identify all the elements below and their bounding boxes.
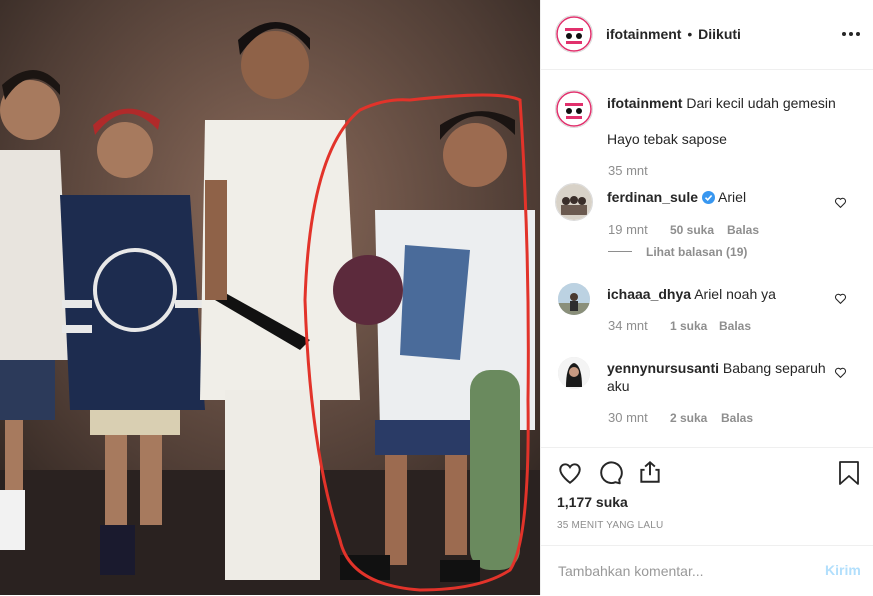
comment-bubble-icon[interactable]	[597, 460, 623, 486]
author-username[interactable]: ifotainment	[606, 26, 681, 42]
avatar-photo	[558, 357, 590, 389]
comment-text: Ariel	[718, 189, 747, 205]
comment-username[interactable]: ichaaa_dhya	[607, 286, 691, 302]
comment-likes[interactable]: 1 suka	[670, 319, 707, 333]
header-user-line: ifotainment • Diikuti	[606, 26, 741, 42]
caption-time[interactable]: 35 mnt	[608, 163, 648, 178]
comment-text: Ariel noah ya	[694, 286, 776, 302]
comment-text-line1: Babang separuh	[722, 360, 826, 376]
comment-time[interactable]: 19 mnt	[608, 222, 648, 237]
avatar-photo	[558, 283, 590, 315]
comment-like-heart-icon[interactable]	[834, 292, 847, 305]
comment-likes[interactable]: 50 suka	[670, 223, 714, 237]
photo-illustration	[0, 0, 540, 595]
comment-likes[interactable]: 2 suka	[670, 411, 707, 425]
comment-username[interactable]: yennynursusanti	[607, 360, 719, 376]
like-heart-icon[interactable]	[557, 460, 583, 486]
avatar-logo	[556, 16, 592, 52]
likes-count[interactable]: 1,177 suka	[557, 494, 628, 510]
comment-input-row: Kirim	[541, 545, 873, 596]
comment-avatar-ferdinan[interactable]	[555, 183, 593, 221]
post-header: ifotainment • Diikuti	[541, 0, 873, 70]
comment-like-heart-icon[interactable]	[834, 366, 847, 379]
bookmark-icon[interactable]	[838, 460, 862, 486]
comment-text-line2: aku	[607, 378, 630, 394]
reply-button[interactable]: Balas	[721, 411, 753, 425]
separator-dot: •	[687, 26, 693, 42]
share-icon[interactable]	[637, 459, 663, 485]
reply-button[interactable]: Balas	[719, 319, 751, 333]
caption-username[interactable]: ifotainment	[607, 95, 682, 111]
comment-time[interactable]: 30 mnt	[608, 410, 648, 425]
avatar-logo	[556, 91, 592, 127]
comment-username[interactable]: ferdinan_sule	[607, 189, 698, 205]
comment-2-row: ichaaa_dhya Ariel noah ya	[607, 286, 776, 302]
author-avatar[interactable]	[555, 15, 593, 53]
comment-time[interactable]: 34 mnt	[608, 318, 648, 333]
comment-avatar-yenny[interactable]	[558, 357, 590, 389]
post-side-panel: ifotainment • Diikuti ifotainment Dari k…	[540, 0, 873, 595]
reply-button[interactable]: Balas	[727, 223, 759, 237]
more-options-icon[interactable]	[839, 22, 863, 46]
caption-line1-row: ifotainment Dari kecil udah gemesin	[607, 95, 862, 111]
comment-input[interactable]	[556, 560, 810, 582]
view-replies-link[interactable]: Lihat balasan (19)	[646, 245, 747, 259]
comment-avatar-ichaaa[interactable]	[558, 283, 590, 315]
follow-status[interactable]: Diikuti	[698, 26, 741, 42]
avatar-photo	[556, 184, 592, 220]
post-timestamp[interactable]: 35 MENIT YANG LALU	[557, 520, 663, 531]
comment-like-heart-icon[interactable]	[834, 196, 847, 209]
comment-3-row: yennynursusanti Babang separuh aku	[607, 359, 827, 395]
verified-badge-icon	[701, 191, 715, 204]
comment-1-row: ferdinan_sule Ariel	[607, 189, 746, 205]
caption-avatar[interactable]	[555, 90, 593, 128]
caption-text: Dari kecil udah gemesin	[686, 95, 836, 111]
post-comment-button[interactable]: Kirim	[825, 562, 861, 578]
caption-line2: Hayo tebak sapose	[607, 131, 727, 147]
post-photo[interactable]	[0, 0, 540, 595]
replies-line	[608, 251, 632, 252]
